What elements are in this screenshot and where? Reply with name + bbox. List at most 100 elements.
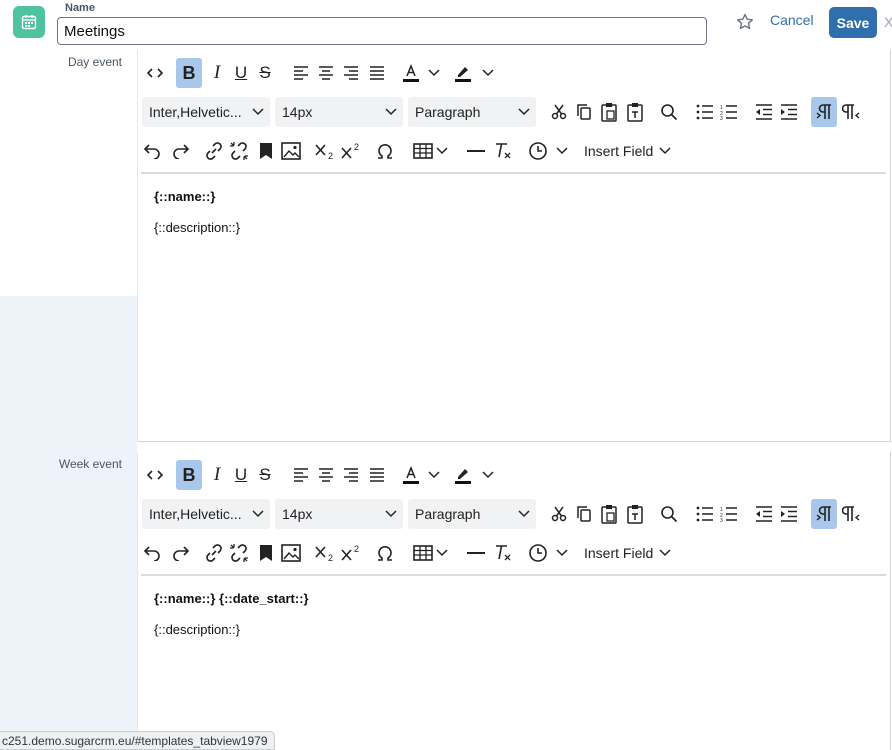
source-code-icon[interactable] [144, 58, 166, 88]
text-color-chevron-icon[interactable] [426, 58, 442, 88]
undo-icon[interactable] [142, 136, 164, 166]
search-icon[interactable] [658, 97, 680, 127]
bullet-list-icon[interactable] [694, 97, 716, 127]
clock-icon[interactable] [527, 538, 549, 568]
subscript-icon[interactable]: 2 [314, 538, 338, 568]
underline-icon[interactable]: U [230, 460, 252, 490]
bookmark-icon[interactable] [255, 136, 277, 166]
text-color-icon[interactable] [400, 460, 422, 490]
day-event-editor: B I U S Inter,Helvetic... 14px Paragraph… [137, 50, 891, 442]
clock-icon[interactable] [527, 136, 549, 166]
search-icon[interactable] [658, 499, 680, 529]
cut-icon[interactable] [548, 97, 570, 127]
subscript-icon[interactable]: 2 [314, 136, 338, 166]
highlight-color-icon[interactable] [452, 460, 474, 490]
font-size-select[interactable]: 14px [275, 499, 403, 529]
save-button[interactable]: Save [829, 7, 877, 38]
table-chevron-icon[interactable] [435, 136, 449, 166]
superscript-icon[interactable]: 2 [340, 538, 364, 568]
redo-icon[interactable] [169, 538, 191, 568]
superscript-icon[interactable]: 2 [340, 136, 364, 166]
font-size-select[interactable]: 14px [275, 97, 403, 127]
strikethrough-icon[interactable]: S [254, 58, 276, 88]
align-left-icon[interactable] [290, 58, 312, 88]
bookmark-icon[interactable] [255, 538, 277, 568]
align-justify-icon[interactable] [366, 460, 388, 490]
insert-field-label: Insert Field [584, 545, 654, 561]
italic-icon[interactable]: I [206, 460, 228, 490]
favorite-star-icon[interactable] [735, 12, 755, 32]
text-color-icon[interactable] [400, 58, 422, 88]
name-input[interactable] [57, 17, 707, 45]
table-chevron-icon[interactable] [435, 538, 449, 568]
align-justify-icon[interactable] [366, 58, 388, 88]
indent-icon[interactable] [778, 97, 800, 127]
indent-icon[interactable] [778, 499, 800, 529]
numbered-list-icon[interactable]: 123 [718, 499, 740, 529]
source-code-icon[interactable] [144, 460, 166, 490]
align-left-icon[interactable] [290, 460, 312, 490]
font-family-select[interactable]: Inter,Helvetic... [142, 97, 270, 127]
italic-icon[interactable]: I [206, 58, 228, 88]
block-format-value: Paragraph [415, 506, 481, 522]
highlight-color-icon[interactable] [452, 58, 474, 88]
bold-icon[interactable]: B [176, 460, 202, 490]
outdent-icon[interactable] [753, 97, 775, 127]
paste-text-icon[interactable] [624, 499, 646, 529]
copy-icon[interactable] [573, 97, 595, 127]
horizontal-line-icon[interactable] [465, 538, 487, 568]
numbered-list-icon[interactable]: 123 [718, 97, 740, 127]
close-icon[interactable]: X [884, 14, 892, 30]
rtl-direction-icon[interactable] [840, 499, 862, 529]
editor-content[interactable]: {::name::} {::description::} [154, 190, 240, 234]
paste-icon[interactable] [598, 499, 620, 529]
ltr-direction-icon[interactable] [811, 499, 837, 529]
strikethrough-icon[interactable]: S [254, 460, 276, 490]
paste-icon[interactable] [598, 97, 620, 127]
horizontal-line-icon[interactable] [465, 136, 487, 166]
cancel-button[interactable]: Cancel [770, 12, 814, 28]
image-icon[interactable] [280, 538, 302, 568]
datetime-chevron-icon[interactable] [555, 136, 569, 166]
redo-icon[interactable] [169, 136, 191, 166]
copy-icon[interactable] [573, 499, 595, 529]
insert-field-button[interactable]: Insert Field [584, 538, 671, 568]
highlight-chevron-icon[interactable] [480, 58, 496, 88]
text-color-chevron-icon[interactable] [426, 460, 442, 490]
editor-content[interactable]: {::name::} {::date_start::} {::descripti… [154, 592, 309, 636]
table-icon[interactable] [412, 136, 434, 166]
toolbar-row-2: Inter,Helvetic... 14px Paragraph 123 [138, 497, 892, 531]
bold-icon[interactable]: B [176, 58, 202, 88]
rtl-direction-icon[interactable] [840, 97, 862, 127]
special-character-icon[interactable] [374, 538, 396, 568]
unlink-icon[interactable] [228, 538, 250, 568]
table-icon[interactable] [412, 538, 434, 568]
align-center-icon[interactable] [315, 460, 337, 490]
underline-icon[interactable]: U [230, 58, 252, 88]
image-icon[interactable] [280, 136, 302, 166]
align-center-icon[interactable] [315, 58, 337, 88]
label-column-top [0, 48, 137, 296]
svg-text:3: 3 [720, 518, 723, 522]
font-family-select[interactable]: Inter,Helvetic... [142, 499, 270, 529]
highlight-chevron-icon[interactable] [480, 460, 496, 490]
block-format-select[interactable]: Paragraph [408, 97, 536, 127]
align-right-icon[interactable] [340, 58, 362, 88]
link-icon[interactable] [203, 538, 225, 568]
clear-formatting-icon[interactable] [492, 538, 514, 568]
ltr-direction-icon[interactable] [811, 97, 837, 127]
align-right-icon[interactable] [340, 460, 362, 490]
link-icon[interactable] [203, 136, 225, 166]
paste-text-icon[interactable] [624, 97, 646, 127]
undo-icon[interactable] [142, 538, 164, 568]
outdent-icon[interactable] [753, 499, 775, 529]
unlink-icon[interactable] [228, 136, 250, 166]
clear-formatting-icon[interactable] [492, 136, 514, 166]
toolbar-row-2: Inter,Helvetic... 14px Paragraph 123 [138, 95, 892, 129]
block-format-select[interactable]: Paragraph [408, 499, 536, 529]
special-character-icon[interactable] [374, 136, 396, 166]
insert-field-button[interactable]: Insert Field [584, 136, 671, 166]
bullet-list-icon[interactable] [694, 499, 716, 529]
cut-icon[interactable] [548, 499, 570, 529]
datetime-chevron-icon[interactable] [555, 538, 569, 568]
